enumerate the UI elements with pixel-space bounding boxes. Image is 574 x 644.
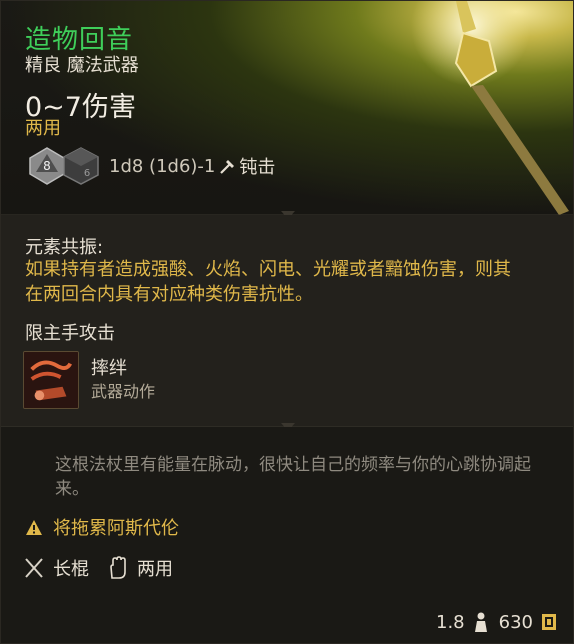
action-type: 武器动作	[91, 382, 156, 401]
warning-text: 将拖累阿斯代伦	[53, 518, 179, 539]
d8-die-value: 8	[43, 159, 51, 173]
passive-title: 元素共振:	[25, 237, 104, 258]
weapon-type: 长棍	[53, 559, 89, 580]
item-tooltip: 造物回音 精良 魔法武器 0~7伤害 两用 8 6 1d8 (1d6)-1 钝击	[0, 0, 574, 644]
item-price: 630	[498, 611, 533, 633]
hand-type: 两用	[137, 559, 173, 580]
warning-icon	[26, 519, 42, 535]
flavor-text: 这根法杖里有能量在脉动，很快让自己的频率与你的心跳协调起来。	[55, 455, 531, 499]
main-hand-label: 限主手攻击	[25, 323, 115, 344]
trip-action-icon	[23, 351, 79, 409]
weight-icon	[474, 612, 487, 632]
passive-description: 如果持有者造成强酸、火焰、闪电、光耀或者黯蚀伤害，则其在两回合内具有对应种类伤害…	[25, 259, 511, 305]
item-weight: 1.8	[436, 611, 465, 633]
item-footer: 1.8 630	[436, 611, 557, 633]
weapon-action[interactable]: 摔绊 武器动作	[23, 351, 155, 409]
hand-icon	[110, 556, 126, 579]
companion-warning: 将拖累阿斯代伦	[25, 514, 179, 540]
d6-die-icon: 6	[63, 147, 99, 185]
damage-type: 钝击	[239, 157, 276, 178]
details-section: 这根法杖里有能量在脉动，很快让自己的频率与你的心跳协调起来。 将拖累阿斯代伦 长…	[1, 427, 573, 643]
quarterstaff-icon	[25, 558, 43, 578]
tooltip-header: 造物回音 精良 魔法武器 0~7伤害 两用 8 6 1d8 (1d6)-1 钝击	[1, 1, 573, 215]
damage-dice-row: 8 6 1d8 (1d6)-1 钝击	[27, 146, 275, 186]
action-name: 摔绊	[91, 358, 127, 379]
gold-coin-icon	[542, 614, 556, 630]
properties-section: 元素共振: 如果持有者造成强酸、火焰、闪电、光耀或者黯蚀伤害，则其在两回合内具有…	[1, 215, 573, 427]
proficiency-row: 长棍 两用	[23, 555, 173, 581]
item-category: 精良 魔法武器	[25, 55, 139, 76]
damage-formula: 1d8 (1d6)-1	[109, 155, 216, 177]
handedness-label: 两用	[25, 118, 61, 139]
d6-die-value: 6	[84, 168, 90, 179]
bludgeoning-icon	[220, 160, 235, 174]
